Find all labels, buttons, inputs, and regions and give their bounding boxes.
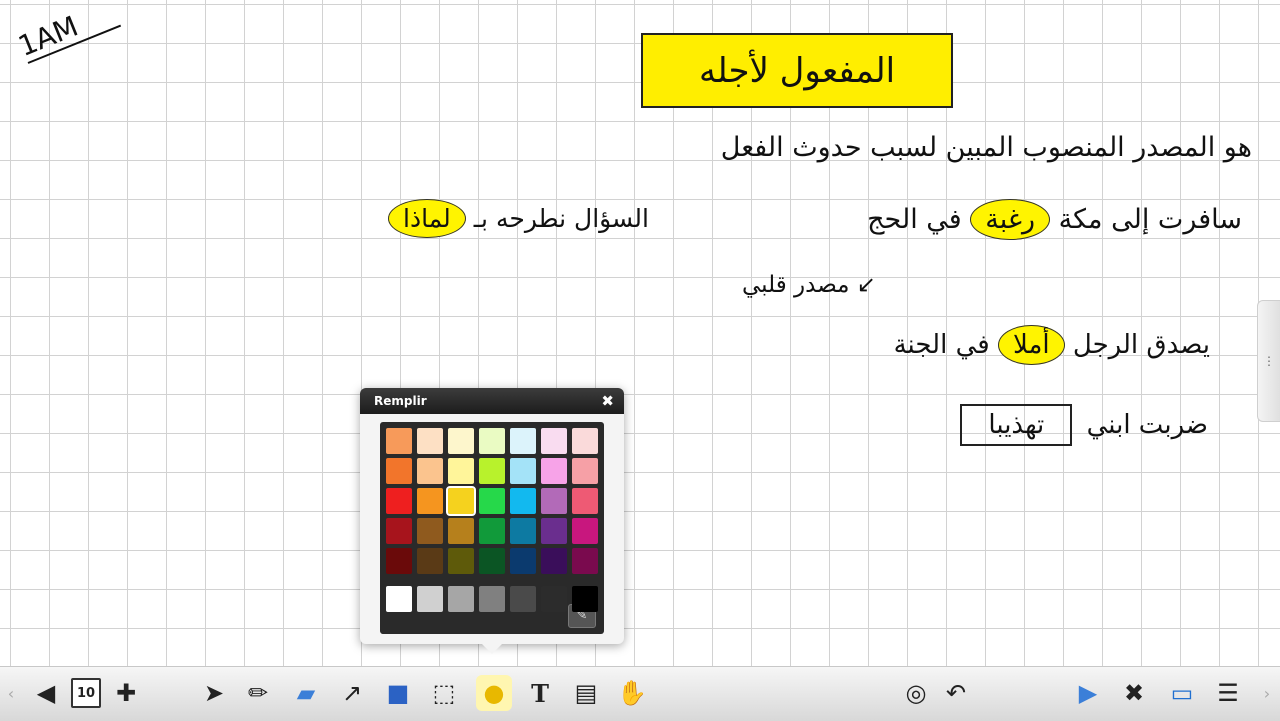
shape-tool-icon[interactable]: ■ bbox=[380, 675, 416, 711]
color-swatch[interactable] bbox=[386, 458, 412, 484]
add-page-icon[interactable]: ✚ bbox=[108, 675, 144, 711]
color-swatch[interactable] bbox=[572, 548, 598, 574]
select-tool-icon[interactable]: ➤ bbox=[196, 675, 232, 711]
popup-pointer bbox=[482, 644, 502, 654]
gesture-tool-icon[interactable]: ✋ bbox=[614, 675, 650, 711]
color-swatch[interactable] bbox=[541, 586, 567, 612]
menu-icon[interactable]: ☰ bbox=[1210, 675, 1246, 711]
eraser-tool-icon[interactable]: ▰ bbox=[288, 675, 324, 711]
color-swatch[interactable] bbox=[479, 488, 505, 514]
note-arrow-icon: ↙ bbox=[849, 272, 877, 298]
question-text: السؤال نطرحه بـ bbox=[473, 204, 649, 233]
color-swatch[interactable] bbox=[541, 458, 567, 484]
color-swatch[interactable] bbox=[417, 548, 443, 574]
fill-popup-header: Remplir ✖ bbox=[360, 388, 624, 414]
color-swatch[interactable] bbox=[448, 518, 474, 544]
display-icon[interactable]: ▭ bbox=[1164, 675, 1200, 711]
color-swatch[interactable] bbox=[479, 458, 505, 484]
color-swatch[interactable] bbox=[510, 548, 536, 574]
cube-tool-icon[interactable]: ⬚ bbox=[426, 675, 462, 711]
color-swatch[interactable] bbox=[572, 458, 598, 484]
title-box[interactable]: المفعول لأجله bbox=[641, 33, 953, 108]
page-title: المفعول لأجله bbox=[698, 50, 896, 91]
color-swatch[interactable] bbox=[541, 518, 567, 544]
undo-icon[interactable]: ↶ bbox=[938, 675, 974, 711]
example2-highlight: أملا bbox=[997, 325, 1065, 365]
color-swatch[interactable] bbox=[572, 488, 598, 514]
example1-after: في الحج bbox=[867, 204, 962, 235]
fill-popup-title: Remplir bbox=[374, 394, 427, 408]
color-swatch[interactable] bbox=[510, 518, 536, 544]
scroll-right-icon[interactable]: › bbox=[1258, 675, 1276, 711]
color-palette: ✎ bbox=[380, 422, 604, 634]
color-swatch[interactable] bbox=[479, 518, 505, 544]
color-swatch[interactable] bbox=[417, 518, 443, 544]
color-swatch[interactable] bbox=[386, 586, 412, 612]
color-swatch[interactable] bbox=[417, 458, 443, 484]
color-swatch[interactable] bbox=[448, 586, 474, 612]
color-swatch[interactable] bbox=[510, 488, 536, 514]
color-swatch[interactable] bbox=[448, 428, 474, 454]
color-swatch[interactable] bbox=[541, 428, 567, 454]
side-panel-handle[interactable]: ⋮ bbox=[1257, 300, 1280, 422]
example3-before: ضربت ابني bbox=[1086, 410, 1208, 440]
color-swatch[interactable] bbox=[448, 548, 474, 574]
scroll-left-icon[interactable]: ‹ bbox=[2, 675, 20, 711]
color-swatch[interactable] bbox=[572, 428, 598, 454]
screen-share-icon[interactable]: ▶ bbox=[1070, 675, 1106, 711]
question-line[interactable]: السؤال نطرحه بـ لماذا bbox=[388, 199, 649, 238]
note-text[interactable]: ↙ مصدر قلبي bbox=[742, 272, 876, 298]
example1-highlight: رغبة bbox=[970, 199, 1051, 240]
color-swatch[interactable] bbox=[417, 428, 443, 454]
example1-line[interactable]: سافرت إلى مكة رغبة في الحج bbox=[867, 199, 1242, 240]
example3-boxed: تهذيبا bbox=[960, 404, 1073, 446]
color-swatch[interactable] bbox=[572, 518, 598, 544]
definition-text[interactable]: هو المصدر المنصوب المبين لسبب حدوث الفعل bbox=[721, 132, 1252, 163]
color-swatch[interactable] bbox=[446, 486, 476, 516]
color-swatch[interactable] bbox=[510, 428, 536, 454]
example2-line[interactable]: يصدق الرجل أملا في الجنة bbox=[893, 325, 1210, 365]
text-tool-icon[interactable]: T bbox=[522, 675, 558, 711]
color-swatch[interactable] bbox=[541, 548, 567, 574]
question-highlight: لماذا bbox=[388, 199, 466, 238]
color-swatch[interactable] bbox=[479, 428, 505, 454]
example1-before: سافرت إلى مكة bbox=[1058, 204, 1242, 235]
close-icon[interactable]: ✖ bbox=[601, 388, 614, 414]
example3-line[interactable]: ضربت ابني تهذيبا bbox=[960, 404, 1208, 446]
magic-pen-icon[interactable]: ◎ bbox=[898, 675, 934, 711]
pen-tool-icon[interactable]: ✏ bbox=[240, 675, 276, 711]
color-swatch[interactable] bbox=[386, 518, 412, 544]
color-swatch[interactable] bbox=[417, 488, 443, 514]
example2-before: يصدق الرجل bbox=[1072, 330, 1210, 360]
color-swatch[interactable] bbox=[386, 428, 412, 454]
prev-page-icon[interactable]: ◀ bbox=[28, 675, 64, 711]
color-swatch[interactable] bbox=[541, 488, 567, 514]
fill-popup: Remplir ✖ ✎ bbox=[360, 388, 624, 654]
line-tool-icon[interactable]: ↗ bbox=[334, 675, 370, 711]
tools-icon[interactable]: ✖ bbox=[1116, 675, 1152, 711]
bottom-toolbar: ‹ ◀ 10 ✚ ➤ ✏ ▰ ↗ ■ ⬚ ● T ▤ ✋ ◎ ↶ ▶ ✖ ▭ ☰… bbox=[0, 666, 1280, 721]
color-swatch[interactable] bbox=[448, 458, 474, 484]
color-swatch[interactable] bbox=[510, 458, 536, 484]
page-number-badge: 10 bbox=[71, 678, 101, 708]
color-swatch[interactable] bbox=[386, 548, 412, 574]
example2-after: في الجنة bbox=[893, 330, 990, 360]
color-swatch[interactable] bbox=[510, 586, 536, 612]
color-swatch[interactable] bbox=[479, 548, 505, 574]
color-swatch[interactable] bbox=[479, 586, 505, 612]
page-sorter-button[interactable]: 10 bbox=[68, 675, 104, 711]
color-swatch[interactable] bbox=[572, 586, 598, 612]
fill-tool-icon[interactable]: ● bbox=[476, 675, 512, 711]
color-swatch[interactable] bbox=[417, 586, 443, 612]
color-swatch[interactable] bbox=[386, 488, 412, 514]
capture-tool-icon[interactable]: ▤ bbox=[568, 675, 604, 711]
